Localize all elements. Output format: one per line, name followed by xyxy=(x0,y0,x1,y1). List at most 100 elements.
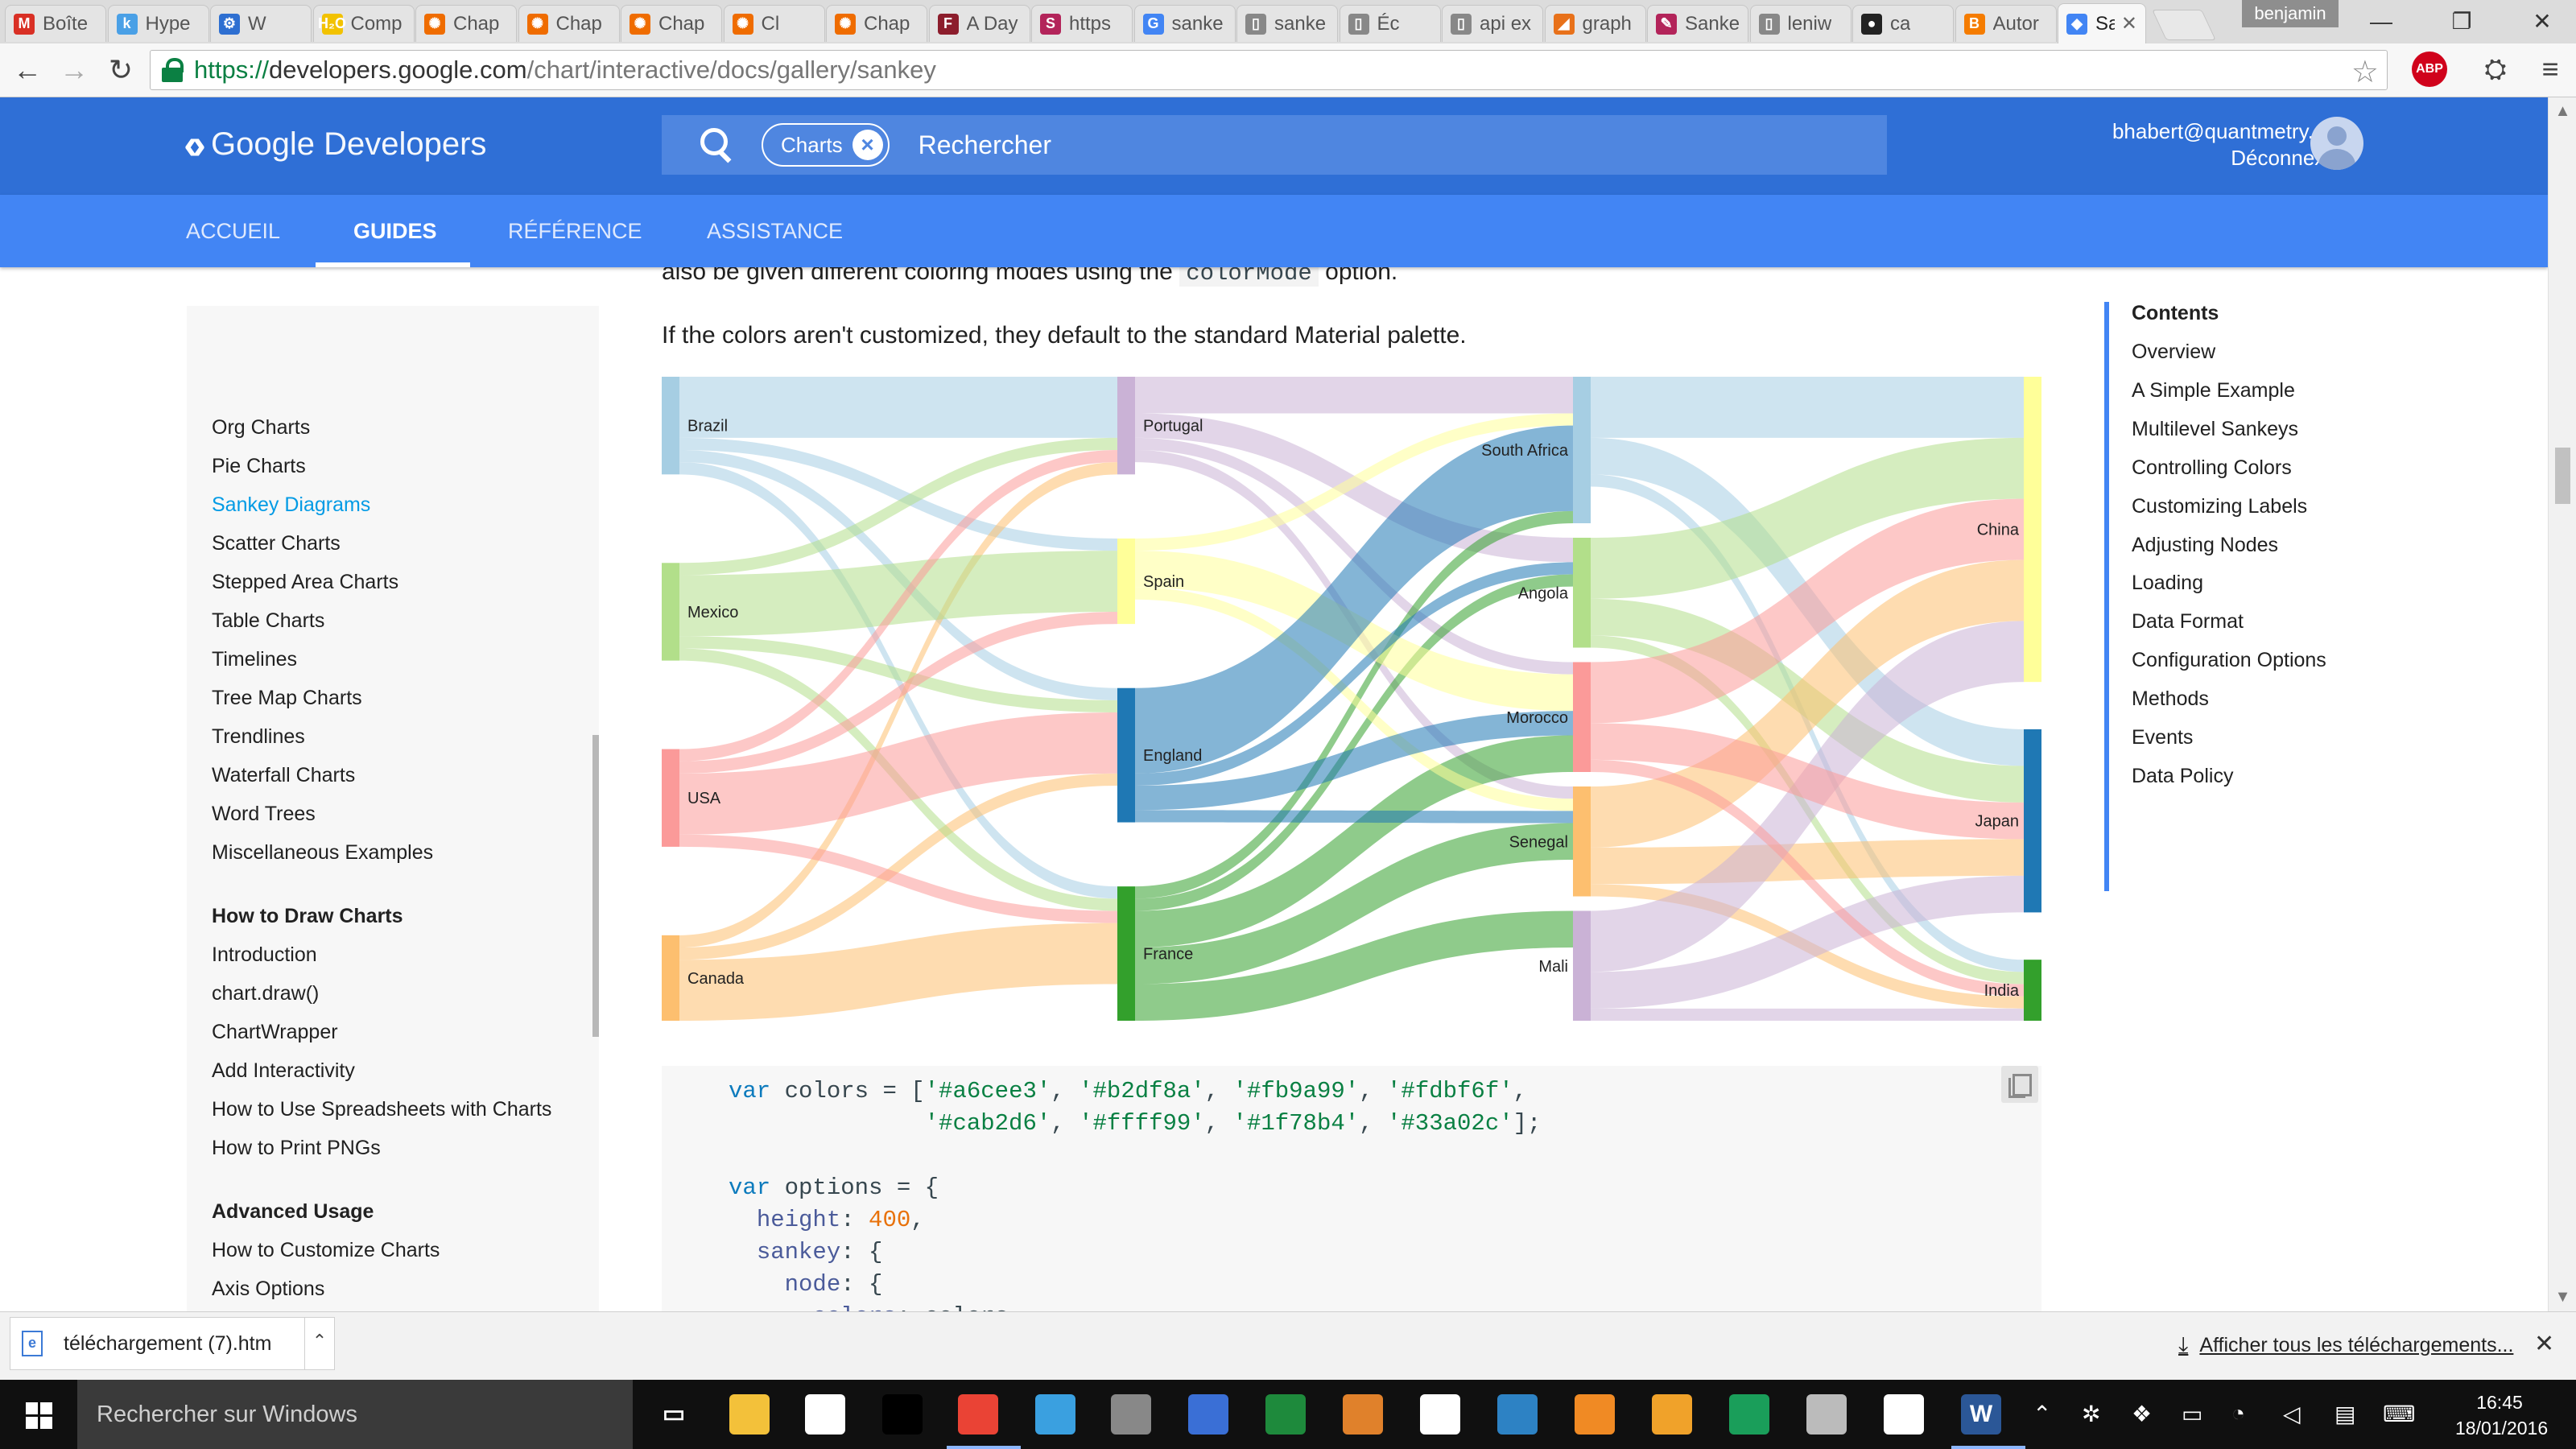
copy-code-button[interactable] xyxy=(2001,1066,2038,1103)
sidebar-item[interactable]: Waterfall Charts xyxy=(212,764,355,787)
toc-item[interactable]: Adjusting Nodes xyxy=(2132,534,2278,557)
word-icon[interactable]: W xyxy=(1961,1394,2001,1435)
sidebar-item[interactable]: Pie Charts xyxy=(212,455,306,478)
sidebar-item[interactable]: ChartWrapper xyxy=(212,1021,338,1044)
browser-tab[interactable]: k Hype xyxy=(107,5,209,42)
sidebar-item[interactable]: Axis Options xyxy=(212,1278,324,1301)
sankey-link[interactable] xyxy=(679,712,1117,835)
show-all-downloads-link[interactable]: ⤓ Afficher tous les téléchargements... xyxy=(2178,1332,2513,1359)
file-explorer-icon[interactable] xyxy=(729,1394,770,1435)
browser-tab[interactable]: ✺ Chap xyxy=(415,5,517,42)
system-clock[interactable]: 16:45 18/01/2016 xyxy=(2455,1389,2548,1441)
sankey-link[interactable] xyxy=(679,377,1117,438)
chrome-icon[interactable] xyxy=(958,1394,998,1435)
sankey-node[interactable] xyxy=(1573,662,1591,773)
windows-start-icon[interactable] xyxy=(0,1380,77,1449)
sidebar-scrollbar[interactable] xyxy=(592,735,599,1037)
tab-guides[interactable]: GUIDES xyxy=(353,195,437,267)
browser-tab[interactable]: ⚙ W xyxy=(210,5,312,42)
sankey-link[interactable] xyxy=(1591,377,2024,438)
sankey-node[interactable] xyxy=(2024,377,2041,683)
task-view-icon[interactable]: ▭ xyxy=(654,1394,694,1435)
sidebar-item[interactable]: Scatter Charts xyxy=(212,532,341,555)
dropbox-icon[interactable]: ❖ xyxy=(2132,1401,2152,1427)
tab-accueil[interactable]: ACCUEIL xyxy=(186,195,280,267)
sidebar-item[interactable]: Timelines xyxy=(212,648,297,671)
page-scrollbar[interactable]: ▲ ▼ xyxy=(2548,97,2576,1311)
app-icon[interactable] xyxy=(1035,1394,1075,1435)
tab-assistance[interactable]: ASSISTANCE xyxy=(707,195,843,267)
sidebar-item[interactable]: Org Charts xyxy=(212,416,310,440)
sidebar-item[interactable]: Word Trees xyxy=(212,803,316,826)
app-icon[interactable] xyxy=(1575,1394,1615,1435)
scroll-down-icon[interactable]: ▼ xyxy=(2549,1288,2576,1307)
sidebar-item[interactable]: How to Print PNGs xyxy=(212,1137,381,1160)
browser-tab[interactable]: ✺ Chap xyxy=(826,5,927,42)
calculator-icon[interactable] xyxy=(1111,1394,1151,1435)
sidebar-item[interactable]: Trendlines xyxy=(212,725,305,749)
taskbar-search-input[interactable]: Rechercher sur Windows xyxy=(77,1380,633,1449)
github-icon[interactable] xyxy=(1420,1394,1460,1435)
reload-icon[interactable]: ↻ xyxy=(101,52,140,89)
sidebar-item[interactable]: Sankey Diagrams xyxy=(212,493,370,517)
sankey-node[interactable] xyxy=(662,563,679,661)
close-tab-icon[interactable]: ✕ xyxy=(2115,12,2137,35)
sankey-node[interactable] xyxy=(1117,687,1135,823)
browser-tab[interactable]: H₂O Comp xyxy=(312,5,415,42)
close-window-icon[interactable]: ✕ xyxy=(2518,5,2566,39)
toc-item[interactable]: Controlling Colors xyxy=(2132,456,2292,480)
close-download-bar-icon[interactable]: ✕ xyxy=(2534,1330,2554,1358)
minimize-icon[interactable]: — xyxy=(2357,5,2405,39)
toc-item[interactable]: A Simple Example xyxy=(2132,379,2295,402)
sankey-link[interactable] xyxy=(1135,810,1573,824)
chevron-up-icon[interactable]: ⌃ xyxy=(2033,1401,2051,1427)
sidebar-item[interactable]: How to Use Spreadsheets with Charts xyxy=(212,1098,551,1121)
sankey-node[interactable] xyxy=(1117,886,1135,1021)
tab-reference[interactable]: RÉFÉRENCE xyxy=(508,195,642,267)
browser-tab[interactable]: B Autor xyxy=(1955,5,2057,42)
sankey-node[interactable] xyxy=(2024,729,2041,913)
download-menu-chevron-icon[interactable]: ⌃ xyxy=(304,1317,334,1370)
browser-tab[interactable]: ▯ api ex xyxy=(1442,5,1543,42)
sidebar-item[interactable]: How to Customize Charts xyxy=(212,1239,440,1262)
bookmark-star-icon[interactable]: ☆ xyxy=(2351,54,2379,90)
browser-tab[interactable]: F A Day xyxy=(928,5,1030,42)
search-filter-chip[interactable]: Charts × xyxy=(762,123,890,167)
profile-button[interactable]: benjamin xyxy=(2242,0,2339,27)
store-icon[interactable] xyxy=(805,1394,845,1435)
restore-icon[interactable]: ❐ xyxy=(2438,5,2486,39)
browser-tab[interactable]: ● ca xyxy=(1852,5,1954,42)
toc-item[interactable]: Loading xyxy=(2132,572,2203,595)
network-app-icon[interactable] xyxy=(1188,1394,1228,1435)
sankey-link[interactable] xyxy=(1135,377,1573,414)
address-bar[interactable]: https://developers.google.com/chart/inte… xyxy=(150,50,2388,90)
adblock-icon[interactable]: ABP xyxy=(2412,52,2447,87)
download-item[interactable]: e téléchargement (7).htm ⌃ xyxy=(10,1317,335,1370)
toc-item[interactable]: Data Policy xyxy=(2132,765,2233,788)
site-logo[interactable]: ‹› Google Developers xyxy=(184,120,486,168)
toc-item[interactable]: Methods xyxy=(2132,687,2209,711)
browser-tab[interactable]: ▯ Éc xyxy=(1339,5,1441,42)
sankey-node[interactable] xyxy=(1117,538,1135,625)
sidebar-item[interactable]: Introduction xyxy=(212,943,317,967)
sankey-node[interactable] xyxy=(1573,786,1591,897)
sankey-node[interactable] xyxy=(1573,377,1591,523)
slack-icon[interactable] xyxy=(1884,1394,1924,1435)
sankey-node[interactable] xyxy=(1573,538,1591,648)
search-input[interactable]: Rechercher xyxy=(919,130,1051,160)
back-icon[interactable]: ← xyxy=(8,52,47,89)
scroll-up-icon[interactable]: ▲ xyxy=(2549,102,2576,121)
evernote-icon[interactable] xyxy=(1265,1394,1306,1435)
browser-menu-icon[interactable]: ≡ xyxy=(2533,52,2568,87)
forward-icon[interactable]: → xyxy=(55,52,93,89)
volume-icon[interactable]: ◁ xyxy=(2283,1401,2301,1427)
browser-tab[interactable]: ✎ Sanke xyxy=(1647,5,1748,42)
browser-tab[interactable]: ◆ Sa✕ xyxy=(2058,3,2146,43)
browser-tab[interactable]: ✺ Chap xyxy=(518,5,620,42)
sidebar-item[interactable]: chart.draw() xyxy=(212,982,319,1005)
action-center-icon[interactable]: ▤ xyxy=(2334,1401,2355,1427)
toc-item[interactable]: Multilevel Sankeys xyxy=(2132,418,2298,441)
sankey-node[interactable] xyxy=(662,749,679,847)
toc-item[interactable]: Data Format xyxy=(2132,610,2244,634)
sidebar-item[interactable]: Table Charts xyxy=(212,609,324,633)
